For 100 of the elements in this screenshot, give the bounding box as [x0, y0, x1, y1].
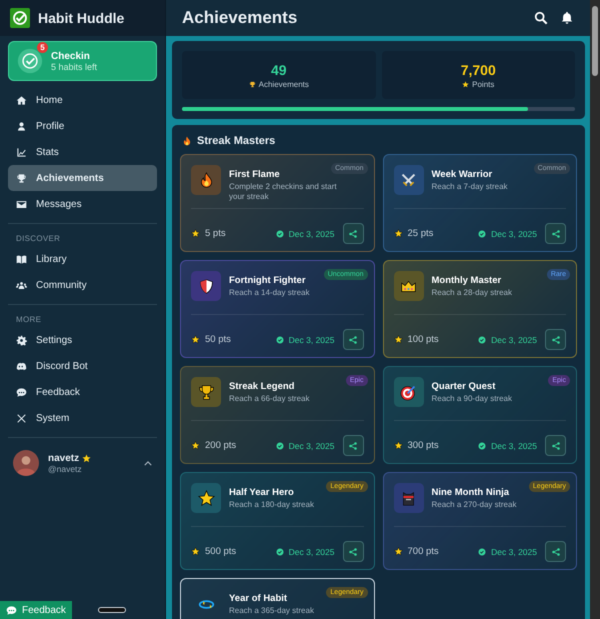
nav-item[interactable]: Feedback: [8, 379, 157, 405]
check-circle-icon: [276, 336, 284, 344]
ninja-icon: [400, 490, 417, 506]
check-circle-icon: [276, 230, 284, 238]
check-circle-icon: [276, 442, 284, 450]
achievement-description: Reach a 7-day streak: [432, 182, 508, 192]
earned-date: Dec 3, 2025: [491, 440, 537, 450]
achievement-description: Reach a 28-day streak: [432, 288, 512, 298]
nav-item[interactable]: Messages: [8, 191, 157, 217]
chat-icon: [16, 386, 27, 398]
achievement-title: Nine Month Ninja: [432, 487, 510, 498]
bell-icon[interactable]: [560, 11, 574, 25]
resize-handle[interactable]: [98, 607, 126, 613]
points-value: 25 pts: [408, 228, 434, 239]
share-icon: [550, 440, 560, 450]
nav-item[interactable]: Library: [8, 246, 157, 272]
count-badge: 5: [37, 42, 48, 53]
app-name: Habit Huddle: [38, 10, 124, 26]
earned-date: Dec 3, 2025: [491, 546, 537, 556]
share-button[interactable]: [342, 541, 364, 562]
earned-date: Dec 3, 2025: [491, 228, 537, 238]
cup-icon: [198, 384, 214, 400]
home-icon: [16, 94, 27, 106]
section-heading: DISCOVER: [15, 233, 62, 245]
earned-date: Dec 3, 2025: [288, 334, 334, 344]
star-icon: [191, 229, 200, 238]
stat-label: Points: [472, 80, 494, 88]
earned-date: Dec 3, 2025: [288, 228, 334, 238]
share-button[interactable]: [342, 435, 364, 456]
share-button[interactable]: [545, 435, 566, 456]
star-icon: [191, 335, 200, 344]
achievement-description: Reach a 66-day streak: [229, 394, 310, 404]
nav-item[interactable]: Achievements: [8, 165, 157, 191]
achievement-title: Monthly Master: [432, 275, 502, 286]
achievement-description: Reach a 14-day streak: [229, 288, 310, 298]
share-button[interactable]: [342, 329, 364, 350]
achievement-description: Complete 2 checkins and start your streak: [229, 182, 338, 202]
achievement-description: Reach a 365-day streak: [229, 606, 314, 616]
achievement-title: Half Year Hero: [229, 487, 295, 498]
trophy-icon: [248, 80, 256, 88]
discord-icon: [16, 360, 27, 372]
gear-icon: [16, 334, 27, 346]
achievement-description: Reach a 180-day streak: [229, 500, 314, 510]
shield-icon: [198, 278, 214, 294]
user-handle: @navetz: [48, 464, 83, 474]
check-circle-icon: [478, 442, 486, 450]
page-title: Achievements: [182, 8, 298, 28]
check-logo-icon: [10, 8, 30, 28]
achievement-title: Fortnight Fighter: [229, 275, 307, 286]
nav-item[interactable]: Community: [8, 272, 157, 298]
section-heading: MORE: [15, 314, 42, 326]
earned-date: Dec 3, 2025: [491, 334, 537, 344]
nav-item[interactable]: Profile: [8, 113, 157, 139]
share-icon: [348, 228, 358, 238]
section-title: Streak Masters: [197, 135, 276, 147]
star-icon: [191, 441, 200, 450]
nav-item[interactable]: Home: [8, 87, 157, 113]
user-name: navetz: [48, 452, 80, 464]
nav-item[interactable]: Stats: [8, 139, 157, 165]
book-icon: [16, 254, 27, 264]
star-icon: [394, 441, 402, 450]
user-icon: [16, 120, 27, 132]
achievement-title: Streak Legend: [229, 381, 296, 392]
star-icon: [394, 229, 402, 238]
search-icon[interactable]: [534, 11, 548, 25]
star-icon: [191, 547, 200, 556]
share-icon: [348, 440, 358, 450]
check-circle-icon: [276, 548, 284, 556]
swords-icon: [400, 172, 417, 188]
star-icon: [462, 80, 470, 88]
points-value: 100 pts: [408, 334, 440, 345]
share-button[interactable]: [545, 541, 566, 562]
nav-item[interactable]: Discord Bot: [8, 353, 157, 379]
share-button[interactable]: [342, 223, 364, 244]
star-icon: [82, 454, 92, 462]
star-icon: [198, 490, 214, 506]
trophy-icon: [16, 172, 27, 184]
earned-date: Dec 3, 2025: [288, 546, 334, 556]
feedback-button[interactable]: Feedback: [0, 601, 72, 619]
chart-icon: [16, 146, 27, 158]
share-icon: [550, 228, 560, 238]
achievement-title: First Flame: [229, 169, 281, 180]
share-button[interactable]: [545, 223, 566, 244]
target-icon: [400, 384, 417, 400]
points-value: 500 pts: [205, 546, 238, 557]
checkin-button[interactable]: 5 Checkin 5 habits left: [8, 41, 157, 81]
nav-item[interactable]: System: [8, 405, 157, 431]
achievement-title: Quarter Quest: [432, 381, 496, 392]
check-circle-icon: [478, 230, 486, 238]
share-icon: [348, 546, 358, 556]
share-button[interactable]: [545, 329, 566, 350]
stat-value: 7,700: [460, 62, 496, 78]
chat-icon: [6, 604, 17, 616]
caret-icon[interactable]: [144, 460, 152, 466]
share-icon: [348, 334, 358, 344]
star-icon: [394, 335, 402, 344]
achievement-title: Year of Habit: [229, 593, 288, 604]
nav-item[interactable]: Settings: [8, 327, 157, 353]
share-icon: [550, 334, 560, 344]
mail-icon: [16, 198, 27, 210]
